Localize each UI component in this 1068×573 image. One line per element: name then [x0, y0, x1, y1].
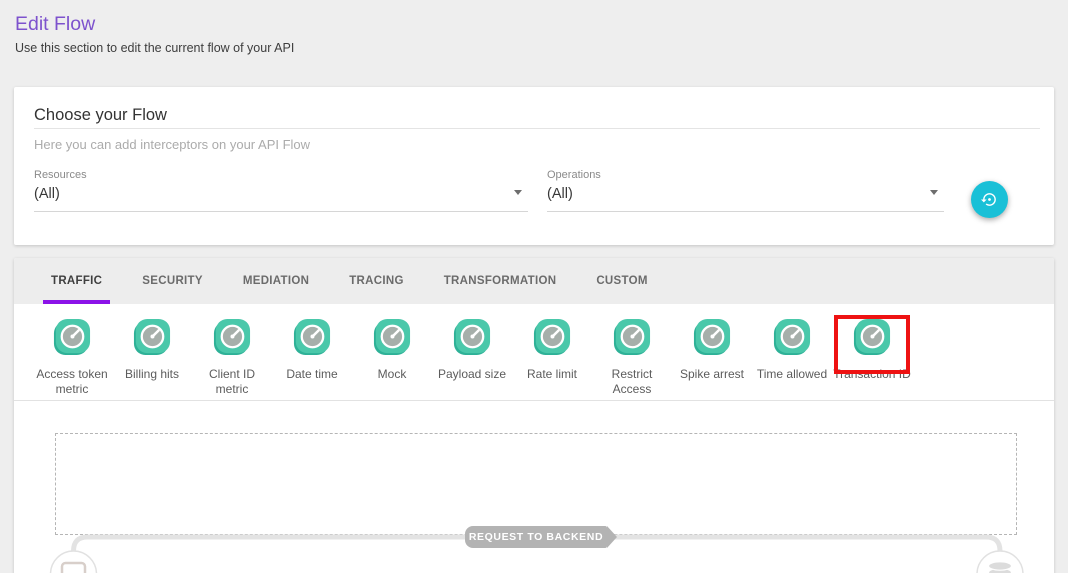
policy-item[interactable]: Transaction ID: [832, 304, 912, 382]
policy-category-tabs: TRAFFIC SECURITY MEDIATION TRACING TRANS…: [14, 258, 1054, 304]
gauge-icon: [613, 343, 651, 360]
policy-item[interactable]: Access token metric: [32, 304, 112, 397]
flow-canvas: REQUEST TO BACKEND: [14, 401, 1054, 573]
choose-flow-hint: Here you can add interceptors on your AP…: [34, 137, 310, 152]
policy-label: Time allowed: [752, 367, 832, 382]
policy-label: Payload size: [432, 367, 512, 382]
tab-label: SECURITY: [142, 275, 203, 287]
tab-label: TRANSFORMATION: [444, 275, 557, 287]
gauge-icon: [373, 343, 411, 360]
policy-item[interactable]: Billing hits: [112, 304, 192, 382]
policy-item[interactable]: Client ID metric: [192, 304, 272, 397]
policy-label: Spike arrest: [672, 367, 752, 382]
policy-label: Access token metric: [32, 367, 112, 397]
tab-label: CUSTOM: [596, 275, 647, 287]
policy-tab[interactable]: TRACING: [341, 258, 412, 304]
policy-item[interactable]: Payload size: [432, 304, 512, 382]
edit-flow-page: Edit Flow Use this section to edit the c…: [0, 0, 1068, 573]
operations-value: (All): [547, 186, 944, 202]
gauge-icon: [693, 343, 731, 360]
dropdown-arrow-icon: [514, 190, 522, 195]
resources-select[interactable]: Resources (All): [34, 169, 528, 212]
resources-value: (All): [34, 186, 528, 202]
policy-item[interactable]: Mock: [352, 304, 432, 382]
policy-label: Transaction ID: [832, 367, 912, 382]
divider: [34, 128, 1040, 129]
resources-label: Resources: [34, 169, 528, 181]
policy-tab[interactable]: TRANSFORMATION: [436, 258, 565, 304]
gauge-icon: [773, 343, 811, 360]
gauge-icon: [53, 343, 91, 360]
policy-label: Billing hits: [112, 367, 192, 382]
tab-label: MEDIATION: [243, 275, 309, 287]
operations-select[interactable]: Operations (All): [547, 169, 944, 212]
backend-database-icon: [989, 562, 1012, 573]
policy-item[interactable]: Restrict Access: [592, 304, 672, 397]
policy-tab[interactable]: MEDIATION: [235, 258, 317, 304]
gauge-icon: [453, 343, 491, 360]
policy-tab[interactable]: TRAFFIC: [43, 258, 110, 304]
operations-label: Operations: [547, 169, 944, 181]
policy-tab[interactable]: SECURITY: [134, 258, 211, 304]
restore-icon: [981, 191, 998, 208]
policy-tab[interactable]: CUSTOM: [588, 258, 655, 304]
page-title: Edit Flow: [15, 13, 95, 36]
gauge-icon: [533, 343, 571, 360]
backend-node: [977, 551, 1023, 573]
policy-label: Client ID metric: [192, 367, 272, 397]
choose-flow-card: Choose your Flow Here you can add interc…: [14, 87, 1054, 245]
policy-label: Restrict Access: [592, 367, 672, 397]
policy-label: Date time: [272, 367, 352, 382]
policy-label: Mock: [352, 367, 432, 382]
tab-label: TRACING: [349, 275, 404, 287]
policy-label: Rate limit: [512, 367, 592, 382]
client-icon: [62, 563, 85, 573]
client-node: [51, 551, 97, 573]
request-to-backend-label: REQUEST TO BACKEND: [469, 531, 603, 543]
gauge-icon: [853, 343, 891, 360]
choose-flow-title: Choose your Flow: [34, 106, 167, 125]
dropdown-arrow-icon: [930, 190, 938, 195]
policy-palette: Access token metric Billing hits: [14, 304, 1054, 401]
policy-item[interactable]: Spike arrest: [672, 304, 752, 382]
policy-item[interactable]: Rate limit: [512, 304, 592, 382]
page-subtitle: Use this section to edit the current flo…: [15, 41, 294, 55]
gauge-icon: [293, 343, 331, 360]
policy-item[interactable]: Time allowed: [752, 304, 832, 382]
policy-item[interactable]: Date time: [272, 304, 352, 382]
tab-label: TRAFFIC: [51, 275, 102, 287]
gauge-icon: [213, 343, 251, 360]
request-to-backend-chip: REQUEST TO BACKEND: [465, 526, 607, 548]
gauge-icon: [133, 343, 171, 360]
refresh-flow-button[interactable]: [971, 181, 1008, 218]
policy-studio-card: TRAFFIC SECURITY MEDIATION TRACING TRANS…: [14, 258, 1054, 573]
